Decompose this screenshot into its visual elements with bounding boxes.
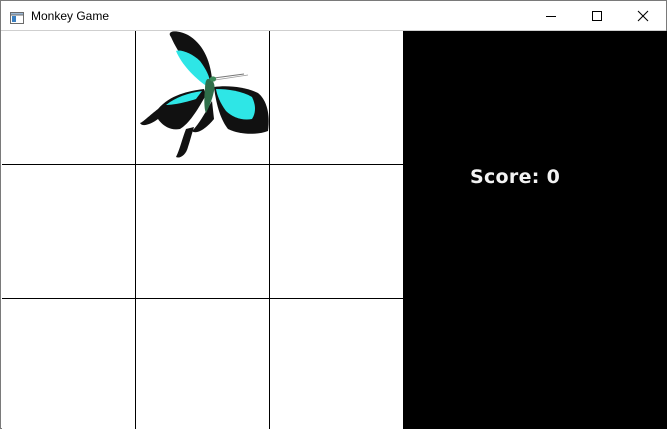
window-title: Monkey Game xyxy=(31,9,110,23)
close-button[interactable] xyxy=(620,1,666,30)
game-client-area: Score: 0 xyxy=(2,31,667,429)
butterfly-icon xyxy=(140,31,269,158)
app-icon xyxy=(10,9,24,24)
title-bar[interactable]: Monkey Game xyxy=(1,1,666,31)
board-cell[interactable] xyxy=(2,299,136,429)
board-cell[interactable] xyxy=(136,165,270,299)
maximize-icon xyxy=(592,11,602,21)
score-label: Score: 0 xyxy=(470,166,561,188)
board-cell[interactable] xyxy=(270,31,404,165)
board-cell[interactable] xyxy=(136,31,270,165)
minimize-icon xyxy=(546,16,556,17)
board-cell[interactable] xyxy=(270,299,404,429)
game-board xyxy=(2,31,404,429)
minimize-button[interactable] xyxy=(528,1,574,30)
maximize-button[interactable] xyxy=(574,1,620,30)
board-cell[interactable] xyxy=(270,165,404,299)
board-cell[interactable] xyxy=(2,31,136,165)
board-cell[interactable] xyxy=(2,165,136,299)
score-panel: Score: 0 xyxy=(404,31,667,429)
board-cell[interactable] xyxy=(136,299,270,429)
close-icon xyxy=(637,10,649,22)
game-window: Monkey Game Score: 0 xyxy=(0,0,667,429)
